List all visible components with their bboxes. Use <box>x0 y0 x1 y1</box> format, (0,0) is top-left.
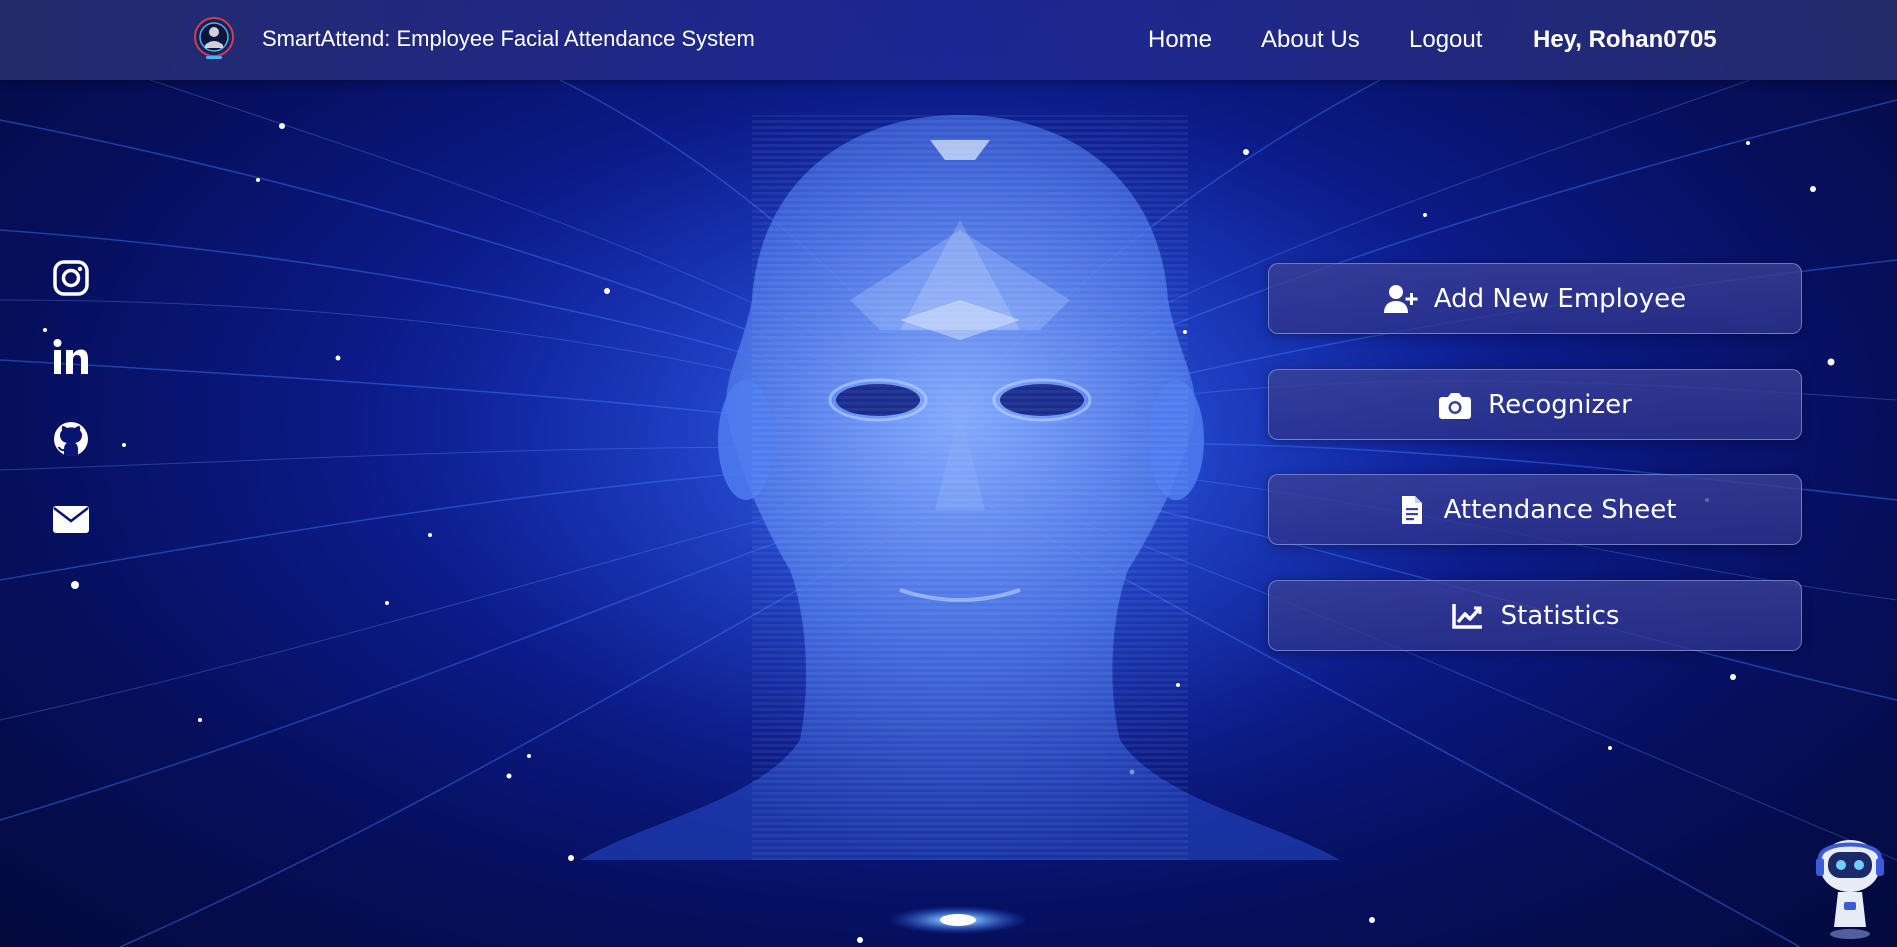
robot-icon[interactable] <box>1810 832 1890 942</box>
nav-home-link[interactable]: Home <box>1148 26 1212 54</box>
top-navbar: SmartAttend: Employee Facial Attendance … <box>0 0 1897 80</box>
statistics-button[interactable]: Statistics <box>1268 580 1802 651</box>
linkedin-icon[interactable] <box>52 338 90 376</box>
user-greeting: Hey, Rohan0705 <box>1533 26 1717 53</box>
statistics-label: Statistics <box>1500 600 1620 631</box>
nav-about-link[interactable]: About Us <box>1261 26 1360 54</box>
instagram-icon[interactable] <box>52 259 90 297</box>
user-plus-icon <box>1383 284 1418 314</box>
chart-line-icon <box>1451 601 1485 631</box>
brand-title[interactable]: SmartAttend: Employee Facial Attendance … <box>262 26 755 52</box>
recognizer-button[interactable]: Recognizer <box>1268 369 1802 440</box>
page-root: SmartAttend: Employee Facial Attendance … <box>0 0 1897 947</box>
mail-icon[interactable] <box>52 500 90 538</box>
add-new-employee-button[interactable]: Add New Employee <box>1268 263 1802 334</box>
camera-icon <box>1438 390 1472 420</box>
brand-logo-icon[interactable] <box>192 15 236 63</box>
attendance-sheet-button[interactable]: Attendance Sheet <box>1268 474 1802 545</box>
github-icon[interactable] <box>52 420 90 458</box>
document-icon <box>1394 495 1428 525</box>
attendance-sheet-label: Attendance Sheet <box>1443 494 1677 525</box>
recognizer-label: Recognizer <box>1488 389 1632 420</box>
nav-logout-link[interactable]: Logout <box>1409 26 1482 54</box>
add-new-employee-label: Add New Employee <box>1433 283 1687 314</box>
